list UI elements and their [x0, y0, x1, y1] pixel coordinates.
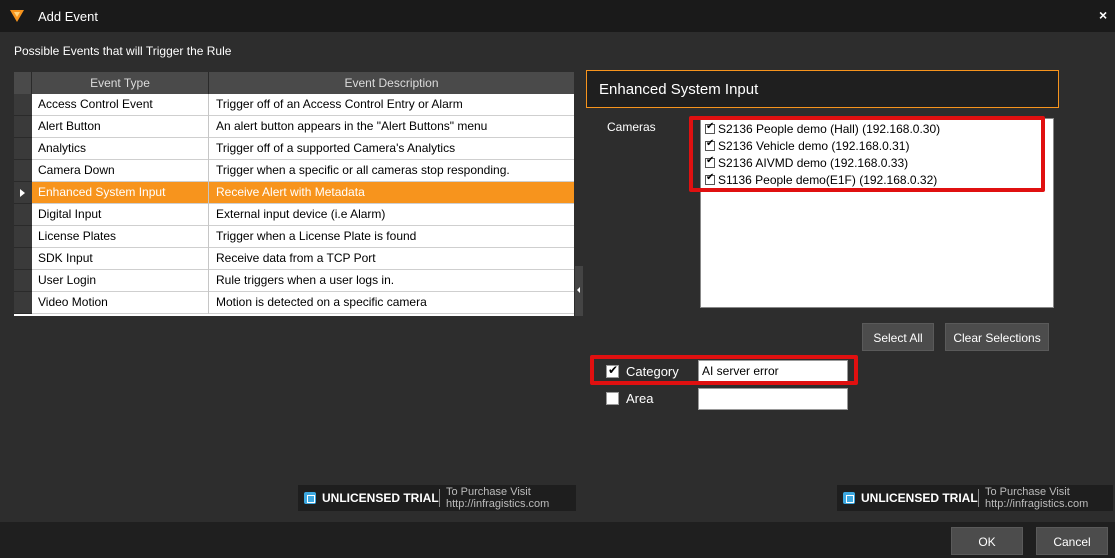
camera-list-item[interactable]: ✔ S2136 AIVMD demo (192.168.0.33)	[705, 155, 1045, 172]
trial-banner-left[interactable]: UNLICENSED TRIAL To Purchase Visit http:/…	[298, 485, 576, 511]
event-type-cell: License Plates	[32, 226, 209, 248]
divider	[439, 489, 440, 507]
table-row[interactable]: Digital Input External input device (i.e…	[14, 204, 574, 226]
table-row[interactable]: Video Motion Motion is detected on a spe…	[14, 292, 574, 314]
event-description-cell: Trigger off of a supported Camera's Anal…	[216, 141, 456, 155]
row-selector[interactable]	[14, 182, 32, 204]
purchase-line-1: To Purchase Visit	[446, 486, 531, 498]
check-icon: ✔	[706, 155, 715, 166]
row-selector[interactable]	[14, 270, 32, 292]
camera-label: S2136 Vehicle demo (192.168.0.31)	[718, 139, 910, 153]
app-logo-icon	[10, 10, 24, 22]
title-bar: Add Event ×	[0, 0, 1115, 32]
category-checkbox[interactable]: ✔	[606, 363, 619, 378]
panel-header: Enhanced System Input	[586, 70, 1059, 108]
area-input[interactable]	[698, 388, 848, 410]
event-type-cell: Access Control Event	[32, 94, 209, 116]
trial-text: UNLICENSED TRIAL	[322, 491, 439, 505]
check-icon: ✔	[608, 363, 619, 377]
row-selector[interactable]	[14, 292, 32, 314]
table-row[interactable]: Camera Down Trigger when a specific or a…	[14, 160, 574, 182]
check-icon: ✔	[706, 138, 715, 149]
check-icon: ✔	[706, 121, 715, 132]
event-description-cell: Rule triggers when a user logs in.	[216, 273, 395, 287]
area-checkbox[interactable]	[606, 392, 619, 405]
row-selector[interactable]	[14, 94, 32, 116]
section-label: Possible Events that will Trigger the Ru…	[14, 44, 232, 58]
camera-label: S2136 AIVMD demo (192.168.0.33)	[718, 156, 909, 170]
row-selector[interactable]	[14, 160, 32, 182]
panel-title: Enhanced System Input	[599, 81, 759, 98]
camera-checkbox[interactable]: ✔	[705, 121, 715, 134]
area-label: Area	[626, 391, 654, 406]
event-description-cell: External input device (i.e Alarm)	[216, 207, 386, 221]
divider	[978, 489, 979, 507]
table-row[interactable]: SDK Input Receive data from a TCP Port	[14, 248, 574, 270]
camera-list-item[interactable]: ✔ S2136 Vehicle demo (192.168.0.31)	[705, 138, 1045, 155]
table-row[interactable]: Alert Button An alert button appears in …	[14, 116, 574, 138]
camera-label: S1136 People demo(E1F) (192.168.0.32)	[718, 173, 938, 187]
camera-list[interactable]: ✔ S2136 People demo (Hall) (192.168.0.30…	[700, 118, 1054, 308]
purchase-text: To Purchase Visit http://infragistics.com	[446, 486, 549, 510]
table-row[interactable]: Access Control Event Trigger off of an A…	[14, 94, 574, 116]
camera-checkbox[interactable]: ✔	[705, 138, 715, 151]
column-header-event-description[interactable]: Event Description	[209, 72, 574, 94]
row-selector[interactable]	[14, 226, 32, 248]
camera-list-item[interactable]: ✔ S2136 People demo (Hall) (192.168.0.30…	[705, 121, 1045, 138]
clear-selections-button[interactable]: Clear Selections	[945, 323, 1049, 351]
window-title: Add Event	[38, 9, 98, 24]
camera-label: S2136 People demo (Hall) (192.168.0.30)	[718, 122, 941, 136]
dialog-footer	[0, 522, 1115, 558]
camera-checkbox[interactable]: ✔	[705, 155, 715, 168]
collapse-left-icon	[577, 287, 580, 293]
event-type-cell: Digital Input	[32, 204, 209, 226]
row-current-indicator-icon	[20, 189, 25, 197]
event-description-cell: Receive Alert with Metadata	[216, 185, 365, 199]
trial-text: UNLICENSED TRIAL	[861, 491, 978, 505]
table-row[interactable]: License Plates Trigger when a License Pl…	[14, 226, 574, 248]
row-selector[interactable]	[14, 204, 32, 226]
event-description-cell: Trigger when a specific or all cameras s…	[216, 163, 510, 177]
row-selector[interactable]	[14, 248, 32, 270]
row-selector-header	[14, 72, 32, 94]
row-selector[interactable]	[14, 116, 32, 138]
trial-banner-right[interactable]: UNLICENSED TRIAL To Purchase Visit http:/…	[837, 485, 1113, 511]
table-row[interactable]: Analytics Trigger off of a supported Cam…	[14, 138, 574, 160]
event-type-cell: Enhanced System Input	[32, 182, 209, 204]
table-row[interactable]: User Login Rule triggers when a user log…	[14, 270, 574, 292]
purchase-line-2: http://infragistics.com	[446, 498, 550, 510]
category-label: Category	[626, 364, 679, 379]
camera-checkbox[interactable]: ✔	[705, 172, 715, 185]
event-type-cell: Alert Button	[32, 116, 209, 138]
ok-button[interactable]: OK	[951, 527, 1023, 555]
category-input[interactable]	[698, 360, 848, 382]
cameras-label: Cameras	[607, 120, 656, 134]
event-type-cell: Video Motion	[32, 292, 209, 314]
infragistics-logo-icon	[843, 492, 855, 504]
column-header-event-type[interactable]: Event Type	[32, 72, 209, 94]
select-all-button[interactable]: Select All	[862, 323, 934, 351]
row-selector[interactable]	[14, 138, 32, 160]
event-type-cell: User Login	[32, 270, 209, 292]
infragistics-logo-icon	[304, 492, 316, 504]
purchase-line-1: To Purchase Visit	[985, 486, 1070, 498]
event-description-cell: Motion is detected on a specific camera	[216, 295, 427, 309]
event-type-cell: SDK Input	[32, 248, 209, 270]
event-description-cell: An alert button appears in the "Alert Bu…	[216, 119, 488, 133]
cancel-button[interactable]: Cancel	[1036, 527, 1108, 555]
check-icon: ✔	[706, 172, 715, 183]
event-type-cell: Analytics	[32, 138, 209, 160]
event-grid: Access Control Event Trigger off of an A…	[14, 94, 574, 316]
table-row-selected[interactable]: Enhanced System Input Receive Alert with…	[14, 182, 574, 204]
event-type-cell: Camera Down	[32, 160, 209, 182]
event-description-cell: Receive data from a TCP Port	[216, 251, 376, 265]
event-description-cell: Trigger when a License Plate is found	[216, 229, 417, 243]
camera-list-item[interactable]: ✔ S1136 People demo(E1F) (192.168.0.32)	[705, 172, 1045, 189]
close-icon[interactable]: ×	[1099, 7, 1107, 23]
event-description-cell: Trigger off of an Access Control Entry o…	[216, 97, 463, 111]
panel-splitter[interactable]	[575, 266, 583, 316]
grid-header: Event Type Event Description	[14, 72, 574, 94]
purchase-text: To Purchase Visit http://infragistics.com	[985, 486, 1088, 510]
purchase-line-2: http://infragistics.com	[985, 498, 1089, 510]
